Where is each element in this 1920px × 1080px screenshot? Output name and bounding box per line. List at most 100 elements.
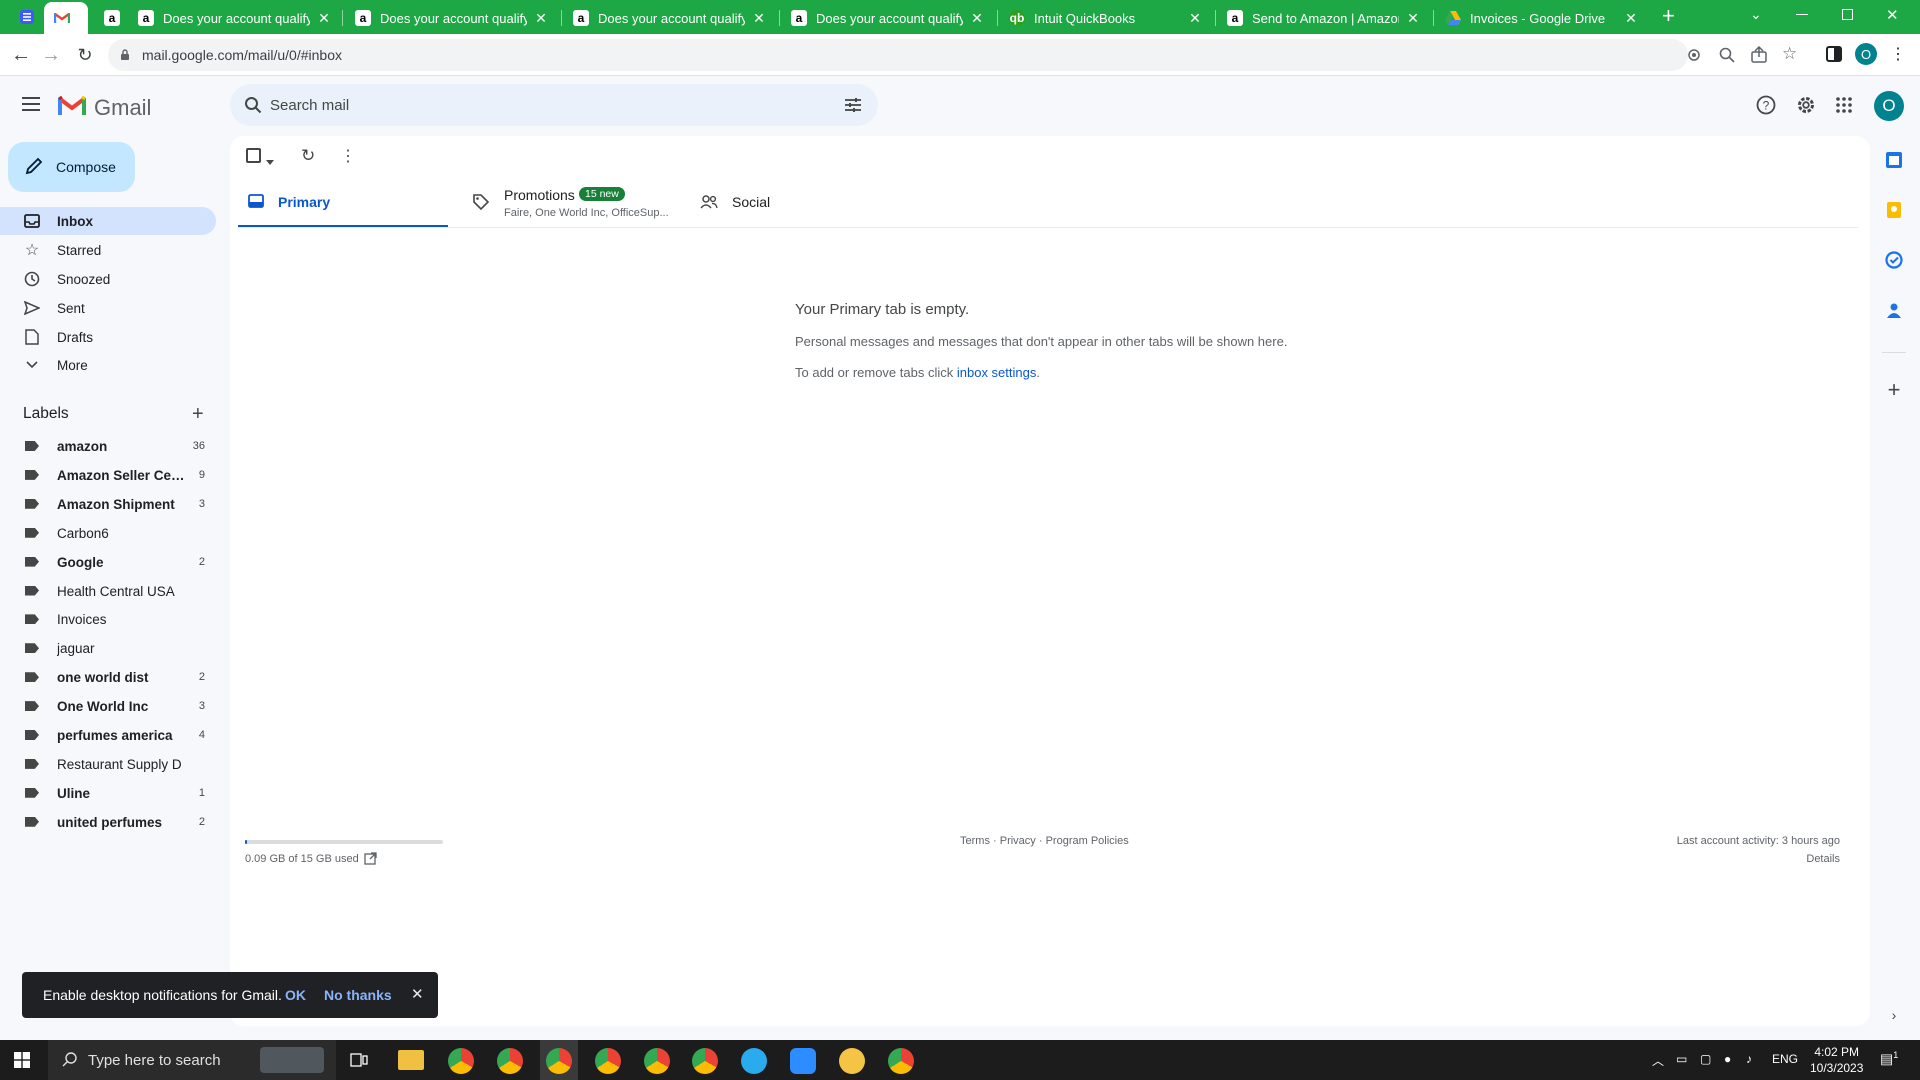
browser-tab[interactable]: a Does your account qualify? ✕ <box>345 2 559 34</box>
details-link[interactable]: Details <box>1806 853 1840 865</box>
sidebar-label-item[interactable]: amazon 36 <box>0 432 216 460</box>
back-icon[interactable]: ← <box>8 42 34 68</box>
close-window-icon[interactable]: ✕ <box>1886 6 1899 24</box>
apps-grid-icon[interactable] <box>1836 97 1852 118</box>
sidebar-label-item[interactable]: Carbon6 <box>0 519 216 547</box>
account-avatar[interactable]: O <box>1874 91 1904 121</box>
chrome-app-icon[interactable] <box>497 1048 523 1074</box>
snackbar-ok-button[interactable]: OK <box>285 987 306 1003</box>
program-policies-link[interactable]: Program Policies <box>1046 835 1129 847</box>
taskbar-clock[interactable]: 4:02 PM 10/3/2023 <box>1810 1044 1863 1076</box>
help-icon[interactable]: ? <box>1756 95 1776 120</box>
new-tab-icon[interactable]: + <box>1662 4 1675 28</box>
minimize-icon[interactable] <box>1796 8 1808 15</box>
sidebar-item-sent[interactable]: Sent <box>0 294 216 322</box>
language-indicator[interactable]: ENG <box>1772 1052 1798 1066</box>
sidebar-item-starred[interactable]: ☆ Starred <box>0 236 216 264</box>
chrome-app-icon[interactable] <box>692 1048 718 1074</box>
app-icon[interactable] <box>839 1048 865 1074</box>
browser-tab[interactable]: qb Intuit QuickBooks ✕ <box>999 2 1213 34</box>
sidebar-item-inbox[interactable]: Inbox <box>0 207 216 235</box>
maximize-icon[interactable] <box>1842 9 1853 20</box>
tab-primary[interactable]: Primary <box>238 178 448 228</box>
browser-tab[interactable]: a Send to Amazon | Amazon S ✕ <box>1217 2 1431 34</box>
tab-search-icon[interactable] <box>14 4 40 30</box>
calendar-icon[interactable] <box>1882 148 1906 172</box>
snackbar-close-icon[interactable]: ✕ <box>411 985 424 1003</box>
sidebar-label-item[interactable]: Amazon Seller Cen... 9 <box>0 461 216 489</box>
close-tab-icon[interactable]: ✕ <box>969 10 985 27</box>
gmail-logo-icon[interactable] <box>58 95 86 121</box>
terms-link[interactable]: Terms <box>960 835 990 847</box>
browser-tab[interactable]: a Does your account qualify? ✕ <box>563 2 777 34</box>
compose-button[interactable]: Compose <box>8 142 135 192</box>
sidebar-label-item[interactable]: Health Central USA <box>0 577 216 605</box>
sidebar-item-drafts[interactable]: Drafts <box>0 323 216 351</box>
tab-list-chevron-icon[interactable]: ⌄ <box>1750 6 1762 23</box>
close-tab-icon[interactable]: ✕ <box>1187 10 1203 27</box>
contacts-icon[interactable] <box>1882 298 1906 322</box>
windows-start-icon[interactable] <box>14 1052 30 1073</box>
sidebar-label-item[interactable]: jaguar <box>0 634 216 662</box>
microphone-icon[interactable]: ● <box>1724 1052 1731 1066</box>
sidebar-label-item[interactable]: one world dist 2 <box>0 663 216 691</box>
close-tab-icon[interactable]: ✕ <box>316 10 332 27</box>
sidebar-label-item[interactable]: perfumes america 4 <box>0 721 216 749</box>
task-view-icon[interactable] <box>350 1052 368 1073</box>
tray-chevron-icon[interactable]: ︿ <box>1652 1052 1664 1069</box>
bookmark-star-icon[interactable]: ☆ <box>1782 44 1797 64</box>
file-explorer-icon[interactable] <box>398 1050 424 1070</box>
chrome-app-icon[interactable] <box>888 1048 914 1074</box>
share-icon[interactable] <box>1750 45 1768 69</box>
meet-icon[interactable]: ▢ <box>1700 1052 1711 1066</box>
tab-promotions[interactable]: Promotions Faire, One World Inc, OfficeS… <box>462 178 682 228</box>
select-all-checkbox[interactable] <box>246 148 261 163</box>
tab-social[interactable]: Social <box>690 178 890 228</box>
more-actions-icon[interactable]: ⋮ <box>340 146 356 166</box>
sidebar-label-item[interactable]: Amazon Shipment 3 <box>0 490 216 518</box>
chrome-menu-icon[interactable]: ⋮ <box>1886 42 1910 66</box>
add-label-icon[interactable]: + <box>192 404 204 424</box>
address-bar[interactable]: mail.google.com/mail/u/0/#inbox ☆ <box>108 39 1797 71</box>
search-input[interactable]: Search mail <box>270 97 349 114</box>
notification-center-icon[interactable]: ▤1 <box>1880 1050 1898 1068</box>
chrome-app-icon[interactable] <box>595 1048 621 1074</box>
inbox-settings-link[interactable]: inbox settings <box>957 365 1037 380</box>
zoom-app-icon[interactable] <box>790 1048 816 1074</box>
lock-icon[interactable] <box>120 48 130 66</box>
side-panel-icon[interactable] <box>1822 42 1846 66</box>
volume-icon[interactable]: ♪ <box>1746 1052 1752 1066</box>
sidebar-label-item[interactable]: Invoices <box>0 605 216 633</box>
browser-tab-amazon-pinned[interactable]: a <box>94 2 128 34</box>
main-menu-icon[interactable] <box>22 96 42 117</box>
telegram-icon[interactable] <box>741 1048 767 1074</box>
chrome-app-icon[interactable] <box>448 1048 474 1074</box>
privacy-link[interactable]: Privacy <box>1000 835 1036 847</box>
reload-icon[interactable]: ↻ <box>72 42 98 68</box>
keep-icon[interactable] <box>1882 198 1906 222</box>
sidebar-item-snoozed[interactable]: Snoozed <box>0 265 216 293</box>
zoom-icon[interactable] <box>1718 46 1736 69</box>
sidebar-label-item[interactable]: Uline 1 <box>0 779 216 807</box>
get-addons-icon[interactable]: + <box>1882 377 1906 402</box>
sidebar-label-item[interactable]: Google 2 <box>0 548 216 576</box>
tasks-icon[interactable] <box>1882 248 1906 272</box>
browser-tab[interactable]: a Does your account qualify? ✕ <box>128 2 342 34</box>
chrome-app-icon-active[interactable] <box>546 1048 572 1074</box>
sidebar-label-item[interactable]: united perfumes 2 <box>0 808 216 836</box>
close-tab-icon[interactable]: ✕ <box>751 10 767 27</box>
select-dropdown-icon[interactable] <box>266 152 274 170</box>
browser-tab-gmail[interactable] <box>44 2 88 34</box>
show-side-panel-icon[interactable]: › <box>1882 1003 1906 1027</box>
close-tab-icon[interactable]: ✕ <box>1405 10 1421 27</box>
close-tab-icon[interactable]: ✕ <box>1623 10 1639 27</box>
search-options-icon[interactable] <box>844 96 862 119</box>
settings-gear-icon[interactable] <box>1796 95 1816 120</box>
sidebar-label-item[interactable]: One World Inc 3 <box>0 692 216 720</box>
location-icon[interactable] <box>1686 47 1702 68</box>
profile-avatar[interactable]: O <box>1854 42 1878 66</box>
refresh-icon[interactable]: ↻ <box>301 146 315 166</box>
browser-tab[interactable]: a Does your account qualify? ✕ <box>781 2 995 34</box>
browser-tab[interactable]: Invoices - Google Drive ✕ <box>1435 2 1649 34</box>
sidebar-item-more[interactable]: More <box>0 351 216 379</box>
